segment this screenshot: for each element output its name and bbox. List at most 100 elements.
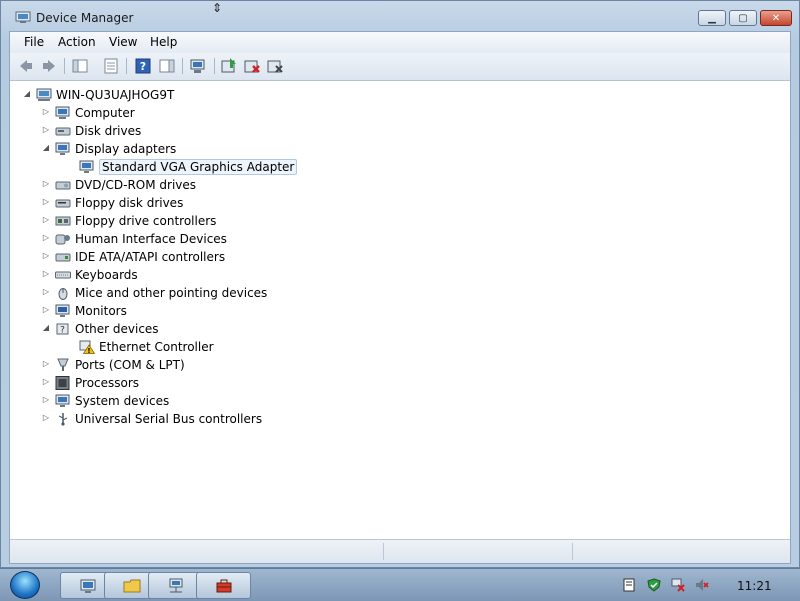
windows-logo-icon — [10, 571, 40, 599]
action-pane-icon[interactable] — [158, 57, 176, 75]
toolbar-separator — [214, 58, 215, 74]
tree-item-usb-controllers[interactable]: ▷ Universal Serial Bus controllers — [41, 410, 262, 428]
maximize-button[interactable]: ▢ — [729, 10, 757, 26]
toolbar-separator — [182, 58, 183, 74]
expand-arrow-icon[interactable]: ▷ — [41, 395, 51, 404]
status-divider — [383, 543, 384, 560]
expand-arrow-icon[interactable]: ▷ — [41, 287, 51, 296]
collapse-arrow-icon[interactable]: ◢ — [22, 89, 32, 98]
start-button[interactable] — [4, 569, 46, 601]
tree-item-monitors[interactable]: ▷ Monitors — [41, 302, 127, 320]
window-title: Device Manager — [36, 11, 134, 25]
hid-icon — [55, 234, 70, 245]
device-manager-icon — [15, 11, 31, 23]
tree-item-hid[interactable]: ▷ Human Interface Devices — [41, 230, 227, 248]
expand-arrow-icon[interactable]: ▷ — [41, 413, 51, 422]
caption-buttons: ▁ ▢ ✕ — [698, 10, 792, 26]
tree-item-computer[interactable]: ▷ Computer — [41, 104, 135, 122]
expand-arrow-icon[interactable]: ▷ — [41, 197, 51, 206]
network-disconnected-icon[interactable] — [671, 578, 685, 592]
expand-arrow-icon[interactable]: ▷ — [41, 179, 51, 188]
expand-arrow-icon[interactable]: ▷ — [41, 215, 51, 224]
disk-drive-icon — [55, 127, 71, 136]
tree-item-ports[interactable]: ▷ Ports (COM & LPT) — [41, 356, 185, 374]
tree-item-standard-vga-adapter[interactable]: Standard VGA Graphics Adapter — [79, 158, 298, 176]
forward-icon[interactable] — [40, 57, 58, 75]
tree-item-label: Standard VGA Graphics Adapter — [99, 159, 298, 175]
clock[interactable]: 11:21 — [737, 579, 772, 593]
monitor-icon — [55, 304, 70, 317]
usb-icon — [58, 413, 68, 426]
expand-arrow-icon[interactable]: ▷ — [41, 269, 51, 278]
minimize-button[interactable]: ▁ — [698, 10, 726, 26]
tree-item-other-devices[interactable]: ◢ ? Other devices — [41, 320, 159, 338]
warning-device-icon: ! — [79, 340, 95, 354]
menu-view[interactable]: View — [109, 35, 137, 49]
floppy-controller-icon — [55, 216, 71, 226]
tree-item-disk-drives[interactable]: ▷ Disk drives — [41, 122, 141, 140]
expand-arrow-icon[interactable]: ▷ — [41, 125, 51, 134]
menu-file[interactable]: File — [24, 35, 44, 49]
tree-item-floppy-controllers[interactable]: ▷ Floppy drive controllers — [41, 212, 217, 230]
display-adapter-icon — [79, 160, 94, 173]
menu-help[interactable]: Help — [150, 35, 177, 49]
security-icon[interactable] — [647, 578, 661, 592]
unknown-device-icon: ? — [56, 323, 69, 336]
back-icon[interactable] — [17, 57, 35, 75]
expand-arrow-icon[interactable]: ▷ — [41, 305, 51, 314]
tree-item-label: Floppy drive controllers — [75, 214, 217, 228]
port-icon — [57, 358, 69, 371]
expand-arrow-icon[interactable]: ▷ — [41, 359, 51, 368]
show-hide-console-tree-icon[interactable] — [71, 57, 89, 75]
expand-arrow-icon[interactable]: ▷ — [41, 233, 51, 242]
computer-icon — [55, 106, 70, 119]
computer-root-icon — [36, 88, 52, 101]
collapse-arrow-icon[interactable]: ◢ — [41, 323, 51, 332]
tree-item-system-devices[interactable]: ▷ System devices — [41, 392, 169, 410]
network-icon — [169, 578, 183, 593]
menu-bar: File Action View Help — [10, 32, 790, 54]
disable-icon[interactable] — [266, 57, 284, 75]
close-button[interactable]: ✕ — [760, 10, 792, 26]
dvd-drive-icon — [55, 181, 71, 190]
help-icon[interactable]: ? — [134, 57, 152, 75]
tree-item-display-adapters[interactable]: ◢ Display adapters — [41, 140, 176, 158]
volume-muted-icon[interactable] — [695, 578, 709, 592]
tree-item-keyboards[interactable]: ▷ Keyboards — [41, 266, 138, 284]
expand-arrow-icon[interactable]: ▷ — [41, 377, 51, 386]
taskbar-network[interactable] — [148, 572, 203, 599]
tree-item-ide-controllers[interactable]: ▷ IDE ATA/ATAPI controllers — [41, 248, 225, 266]
tree-item-processors[interactable]: ▷ Processors — [41, 374, 139, 392]
display-icon — [55, 142, 70, 155]
collapse-arrow-icon[interactable]: ◢ — [41, 143, 51, 152]
tree-item-dvd-cdrom[interactable]: ▷ DVD/CD-ROM drives — [41, 176, 196, 194]
device-tree: ◢ WIN-QU3UAJHOG9T ▷ Computer ▷ Disk driv… — [15, 84, 785, 539]
expand-arrow-icon[interactable]: ▷ — [41, 251, 51, 260]
toolbar-separator — [126, 58, 127, 74]
explorer-folder-icon — [123, 579, 141, 593]
svg-text:?: ? — [60, 326, 65, 336]
properties-icon[interactable] — [102, 57, 120, 75]
tree-item-label: Ports (COM & LPT) — [75, 358, 185, 372]
update-driver-icon[interactable] — [220, 57, 238, 75]
action-center-icon[interactable] — [622, 578, 636, 592]
keyboard-icon — [55, 271, 71, 279]
mouse-cursor-icon: ⇕ — [212, 1, 223, 15]
uninstall-icon[interactable] — [243, 57, 261, 75]
expand-arrow-icon[interactable]: ▷ — [41, 107, 51, 116]
floppy-icon — [55, 199, 71, 208]
mouse-icon — [58, 288, 68, 300]
tree-item-mice[interactable]: ▷ Mice and other pointing devices — [41, 284, 267, 302]
processor-icon — [55, 376, 70, 390]
menu-action[interactable]: Action — [58, 35, 96, 49]
tree-item-floppy-disk-drives[interactable]: ▷ Floppy disk drives — [41, 194, 183, 212]
ide-controller-icon — [55, 253, 71, 262]
tree-item-label: System devices — [75, 394, 170, 408]
tree-item-ethernet-controller[interactable]: ! Ethernet Controller — [79, 338, 214, 356]
tree-root[interactable]: ◢ WIN-QU3UAJHOG9T — [22, 86, 174, 104]
tree-item-label: IDE ATA/ATAPI controllers — [75, 250, 226, 264]
title-bar[interactable]: Device Manager ⇕ ▁ ▢ ✕ — [1, 1, 799, 31]
computer-name-label: WIN-QU3UAJHOG9T — [56, 88, 175, 102]
taskbar-toolbox[interactable] — [196, 572, 251, 599]
scan-hardware-icon[interactable] — [189, 57, 207, 75]
